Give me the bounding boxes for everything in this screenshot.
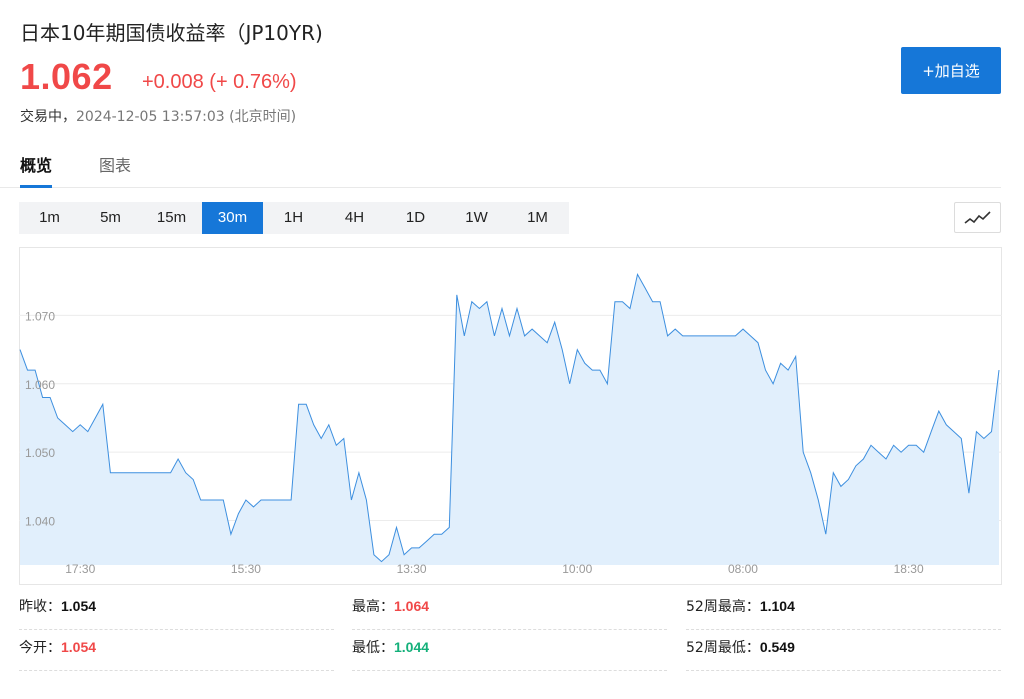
y-tick-label: 1.050 (25, 446, 55, 460)
stat-prev-close: 昨收：1.054 (19, 596, 334, 630)
trading-status: 交易中，2024-12-05 13:57:03 (北京时间) (20, 106, 296, 126)
period-4h[interactable]: 4H (324, 202, 385, 234)
stat-52w-low: 52周最低：0.549 (686, 637, 1001, 671)
chart-canvas: 1.070 1.060 1.050 1.040 17:30 15:30 13:30 10:00… (19, 273, 1002, 576)
tab-overview[interactable]: 概览 (20, 152, 53, 188)
stat-value: 1.044 (394, 639, 430, 655)
stat-label: 最低： (352, 640, 394, 656)
x-tick-label: 17:30 (65, 562, 95, 576)
y-tick-label: 1.060 (25, 378, 55, 392)
tab-chart[interactable]: 图表 (99, 152, 131, 186)
stat-value: 1.054 (61, 598, 97, 614)
stat-high: 最高：1.064 (352, 596, 667, 630)
x-tick-label: 10:00 (562, 562, 592, 576)
stat-low: 最低：1.044 (352, 637, 667, 671)
status-lead: 交易中， (20, 109, 76, 125)
x-tick-label: 18:30 (894, 562, 924, 576)
x-tick-label: 08:00 (728, 562, 758, 576)
stat-label: 最高： (352, 599, 394, 615)
period-1mo[interactable]: 1M (507, 202, 568, 234)
page-title: 日本10年期国债收益率（JP10YR) (20, 21, 323, 45)
stat-open: 今开：1.054 (19, 637, 334, 671)
add-watchlist-button[interactable]: +加自选 (901, 47, 1001, 94)
period-30m[interactable]: 30m (202, 202, 263, 234)
period-1w[interactable]: 1W (446, 202, 507, 234)
period-1h[interactable]: 1H (263, 202, 324, 234)
price-chart: 1.070 1.060 1.050 1.040 17:30 15:30 13:30 10:00… (19, 247, 1002, 585)
stat-value: 1.104 (759, 598, 795, 614)
status-time: 2024-12-05 13:57:03 (北京时间) (76, 109, 297, 125)
period-15m[interactable]: 15m (141, 202, 202, 234)
y-tick-label: 1.040 (25, 515, 55, 529)
x-tick-label: 13:30 (397, 562, 427, 576)
stat-52w-high: 52周最高：1.104 (686, 596, 1001, 630)
period-1m[interactable]: 1m (19, 202, 80, 234)
current-price: 1.062 (20, 56, 113, 97)
y-tick-label: 1.070 (25, 309, 55, 323)
stat-label: 昨收： (19, 599, 61, 615)
x-tick-label: 15:30 (231, 562, 261, 576)
stat-label: 52周最高： (686, 599, 760, 615)
stat-value: 0.549 (759, 639, 795, 655)
line-chart-icon (964, 210, 991, 224)
price-change: +0.008 (+ 0.76%) (142, 71, 297, 93)
stat-value: 1.054 (61, 639, 97, 655)
stat-value: 1.064 (394, 598, 430, 614)
stat-label: 今开： (19, 640, 61, 656)
chart-type-toggle[interactable] (954, 202, 1001, 233)
period-1d[interactable]: 1D (385, 202, 446, 234)
stat-label: 52周最低： (686, 640, 760, 656)
period-5m[interactable]: 5m (80, 202, 141, 234)
series-area (20, 274, 999, 565)
period-selector: 1m 5m 15m 30m 1H 4H 1D 1W 1M (19, 202, 569, 234)
main-tabs: 概览 图表 (0, 152, 1001, 188)
